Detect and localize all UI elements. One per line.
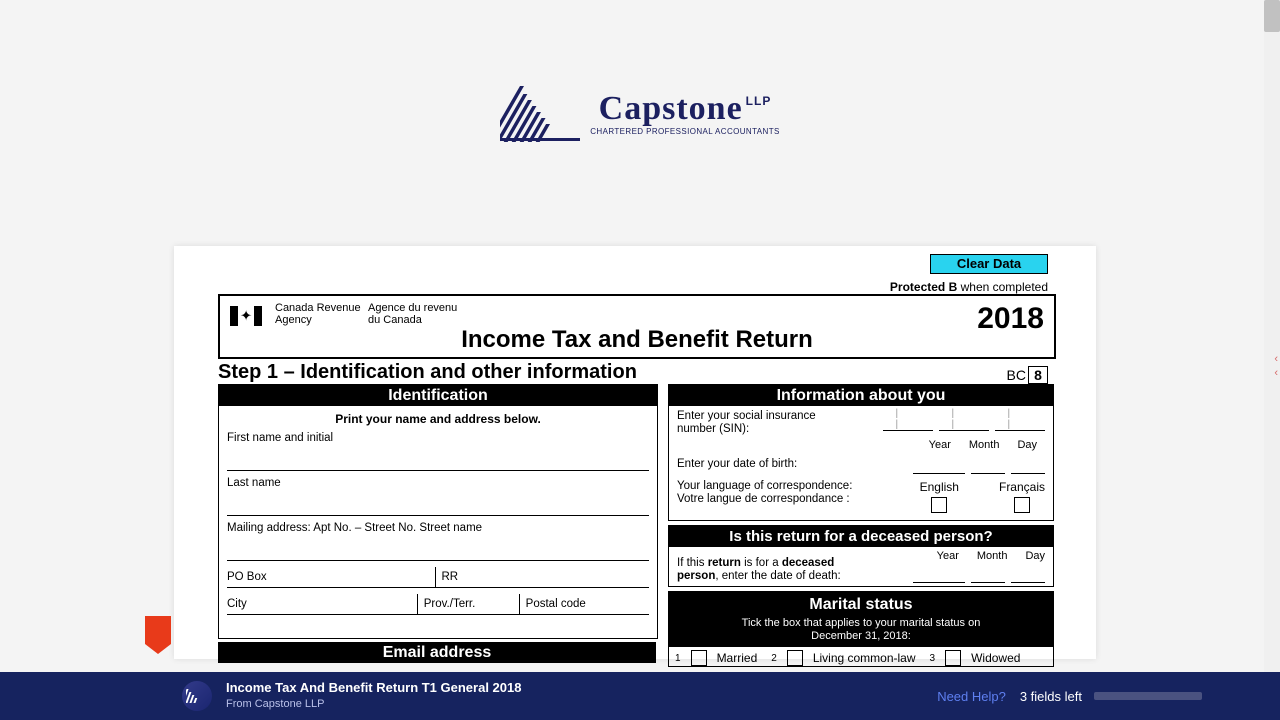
lang-english-option[interactable]: English [920, 480, 959, 513]
prov-terr-field[interactable]: Prov./Terr. [417, 594, 519, 615]
logo-area: CapstoneLLP CHARTERED PROFESSIONAL ACCOU… [0, 0, 1280, 147]
info-heading: Information about you [669, 385, 1053, 406]
logo-tagline: CHARTERED PROFESSIONAL ACCOUNTANTS [590, 128, 779, 136]
marital-widowed-checkbox[interactable] [945, 650, 961, 666]
logo-llp: LLP [746, 94, 772, 108]
marital-status-panel: Marital status Tick the box that applies… [668, 591, 1054, 667]
province-code: BC8 [1007, 366, 1048, 384]
clear-data-button[interactable]: Clear Data [930, 254, 1048, 274]
identification-panel: Identification Print your name and addre… [218, 384, 658, 639]
step-1-heading: Step 1 – Identification and other inform… [218, 361, 637, 384]
info-about-you-panel: Information about you Enter your social … [668, 384, 1054, 521]
scroll-thumb[interactable] [1264, 0, 1280, 32]
last-name-field[interactable] [227, 495, 649, 516]
canada-flag-icon [230, 306, 262, 326]
dob-label: Enter your date of birth: [677, 458, 797, 470]
side-markers: ‹‹ [1274, 352, 1278, 380]
email-heading: Email address [218, 642, 656, 663]
cra-french: Agence du revenudu Canada [368, 302, 457, 326]
lang-french-option[interactable]: Français [999, 480, 1045, 513]
sin-label: Enter your social insurancenumber (SIN): [677, 410, 883, 436]
capstone-logo-icon [500, 86, 580, 142]
language-label: Your language of correspondence:Votre la… [677, 480, 920, 513]
marital-common-law-label: Living common-law [813, 651, 916, 665]
last-name-label: Last name [227, 477, 649, 489]
postal-code-field[interactable]: Postal code [519, 594, 649, 615]
city-field[interactable]: City [227, 594, 417, 615]
cra-english: Canada RevenueAgency [275, 302, 361, 326]
marital-common-law-checkbox[interactable] [787, 650, 803, 666]
toolbar-doc-title: Income Tax And Benefit Return T1 General… [226, 680, 521, 696]
toolbar-doc-source: From Capstone LLP [226, 696, 521, 712]
need-help-link[interactable]: Need Help? [937, 689, 1006, 704]
deceased-heading: Is this return for a deceased person? [669, 526, 1053, 547]
marital-widowed-label: Widowed [971, 651, 1020, 665]
protected-b-label: Protected B when completed [890, 280, 1048, 294]
mailing-address-field[interactable] [227, 540, 649, 561]
identification-heading: Identification [219, 385, 657, 406]
first-name-label: First name and initial [227, 432, 649, 444]
dob-field[interactable] [913, 453, 1045, 474]
death-date-headers: YearMonthDay [913, 550, 1045, 562]
deceased-panel: Is this return for a deceased person? If… [668, 525, 1054, 587]
first-name-field[interactable] [227, 450, 649, 471]
deceased-text: If this return is for a deceasedperson, … [677, 557, 913, 583]
sin-field[interactable] [883, 410, 1045, 436]
bottom-toolbar: Income Tax And Benefit Return T1 General… [0, 672, 1280, 720]
marital-heading: Marital status Tick the box that applies… [669, 592, 1053, 647]
mailing-address-label: Mailing address: Apt No. – Street No. St… [227, 522, 649, 534]
bookmark-flag-icon[interactable] [145, 616, 171, 644]
form-title: Income Tax and Benefit Return [220, 326, 1054, 354]
progress-bar [1094, 692, 1202, 700]
document-page: Clear Data Protected B when completed Ca… [174, 246, 1096, 659]
marital-married-label: Married [717, 651, 758, 665]
logo-brand: Capstone [599, 90, 743, 127]
print-name-instruction: Print your name and address below. [219, 412, 657, 426]
death-date-field[interactable] [913, 562, 1045, 583]
toolbar-logo-icon [182, 681, 212, 711]
marital-married-checkbox[interactable] [691, 650, 707, 666]
form-header: Canada RevenueAgency Agence du revenudu … [218, 294, 1056, 359]
email-panel: Email address [218, 642, 656, 660]
fields-left-label: 3 fields left [1020, 689, 1082, 704]
po-box-field[interactable]: PO Box [227, 567, 435, 588]
dob-headers: YearMonthDay [677, 439, 1045, 451]
rr-field[interactable]: RR [435, 567, 650, 588]
